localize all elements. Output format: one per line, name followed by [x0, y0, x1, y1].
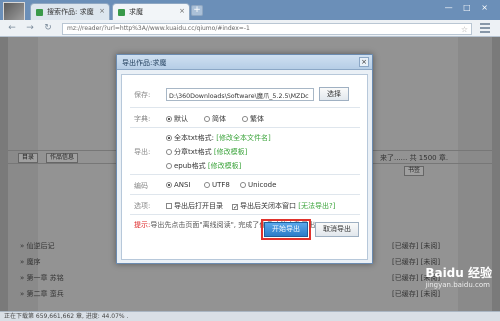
- tab-book[interactable]: 求魔 ×: [112, 3, 190, 20]
- radio-icon: [166, 182, 172, 188]
- radio-icon: [242, 116, 248, 122]
- forward-icon[interactable]: →: [24, 22, 36, 34]
- tab-title: 求魔: [129, 8, 143, 16]
- radio-icon: [166, 135, 172, 141]
- save-path-field[interactable]: D:\360Downloads\Software\魔爪_5.2.5\MZDc: [166, 88, 314, 101]
- menu-icon[interactable]: [480, 23, 490, 33]
- radio-icon: [240, 182, 246, 188]
- divider: [130, 214, 360, 215]
- list-item[interactable]: » 仙逆后记: [20, 241, 55, 251]
- radio-icon: [166, 149, 172, 155]
- divider: [130, 107, 360, 108]
- radio-icon: [204, 116, 210, 122]
- radio-icon: [166, 163, 172, 169]
- charset-traditional-radio[interactable]: 繁体: [242, 114, 264, 124]
- charset-default-radio[interactable]: 默认: [166, 114, 188, 124]
- close-icon[interactable]: ×: [179, 7, 185, 15]
- watermark-url: jingyan.baidu.com: [425, 281, 490, 289]
- help-link[interactable]: [无法导出?]: [298, 202, 335, 210]
- back-icon[interactable]: ←: [6, 22, 18, 34]
- window-controls[interactable]: — □ ×: [445, 3, 492, 12]
- checkbox-checked-icon: ✓: [232, 204, 239, 211]
- export-chapter-txt-radio[interactable]: 分章txt格式 [修改模板]: [166, 147, 247, 157]
- open-dir-checkbox[interactable]: 导出后打开目录: [166, 201, 223, 211]
- dialog-title-text: 导出作品:求魔: [122, 59, 167, 67]
- tab-search[interactable]: 搜索作品: 求魔 ×: [30, 3, 110, 20]
- watermark: Baidu 经验 jingyan.baidu.com: [425, 264, 492, 289]
- bookmark-button[interactable]: 书签: [404, 166, 425, 176]
- list-item-status: [已缓存] [未阅]: [392, 242, 441, 250]
- toc-button[interactable]: 目录: [18, 153, 39, 163]
- export-full-txt-radio[interactable]: 全本txt格式: [修改全本文件名]: [166, 133, 271, 143]
- divider: [130, 127, 360, 128]
- list-item[interactable]: » 魔序: [20, 257, 41, 267]
- encoding-label: 编码: [134, 182, 148, 190]
- status-bar: 正在下载第 659,661,662 章, 进度: 44.07% .: [0, 311, 500, 321]
- address-bar: ← → ↻ mz://reader/?url=http%3A//www.kuai…: [0, 20, 500, 37]
- star-icon[interactable]: ☆: [461, 24, 468, 34]
- page-icon: [118, 9, 125, 16]
- tip-label: 提示:: [134, 221, 151, 229]
- close-window-checkbox[interactable]: ✓ 导出后关闭本窗口 [无法导出?]: [232, 201, 335, 211]
- list-item-status: [已缓存] [未阅]: [392, 290, 441, 298]
- cancel-export-button[interactable]: 取消导出: [315, 222, 359, 237]
- close-icon[interactable]: ×: [99, 7, 105, 15]
- user-avatar[interactable]: [3, 2, 25, 22]
- divider: [130, 174, 360, 175]
- close-icon[interactable]: ×: [359, 57, 369, 67]
- list-item[interactable]: » 第一章 苏铭: [20, 273, 64, 283]
- export-epub-radio[interactable]: epub格式 [修改模板]: [166, 161, 241, 171]
- chapter-count: 来了...... 共 1500 章.: [380, 154, 449, 162]
- export-dialog: 导出作品:求魔 × 保存: D:\360Downloads\Software\魔…: [116, 54, 373, 264]
- export-label: 导出:: [134, 148, 151, 156]
- tab-title: 搜索作品: 求魔: [47, 8, 94, 16]
- url-text: mz://reader/?url=http%3A//www.kuaidu.cc/…: [67, 25, 250, 32]
- charset-label: 字典:: [134, 115, 151, 123]
- dialog-title: 导出作品:求魔: [117, 55, 372, 70]
- radio-icon: [166, 116, 172, 122]
- encoding-ansi-radio[interactable]: ANSI: [166, 181, 191, 189]
- list-item[interactable]: » 第二章 蛮兵: [20, 289, 64, 299]
- template-link[interactable]: [修改模板]: [214, 148, 247, 156]
- options-label: 选项:: [134, 202, 151, 210]
- select-button[interactable]: 选择: [319, 87, 349, 101]
- url-input[interactable]: mz://reader/?url=http%3A//www.kuaidu.cc/…: [62, 23, 472, 35]
- tab-bar: 搜索作品: 求魔 × 求魔 × + — □ ×: [0, 0, 500, 22]
- checkbox-icon: [166, 203, 172, 209]
- watermark-brand: Baidu 经验: [425, 266, 492, 280]
- charset-simplified-radio[interactable]: 简体: [204, 114, 226, 124]
- rename-link[interactable]: [修改全本文件名]: [216, 134, 270, 142]
- new-tab-button[interactable]: +: [191, 5, 203, 16]
- reload-icon[interactable]: ↻: [42, 22, 54, 34]
- save-label: 保存:: [134, 91, 151, 99]
- info-button[interactable]: 作品信息: [46, 153, 79, 163]
- encoding-unicode-radio[interactable]: Unicode: [240, 181, 276, 189]
- template-link[interactable]: [修改模板]: [208, 162, 241, 170]
- divider: [130, 194, 360, 195]
- page-icon: [36, 9, 43, 16]
- start-export-button[interactable]: 开始导出: [261, 219, 311, 240]
- encoding-utf8-radio[interactable]: UTF8: [204, 181, 230, 189]
- radio-icon: [204, 182, 210, 188]
